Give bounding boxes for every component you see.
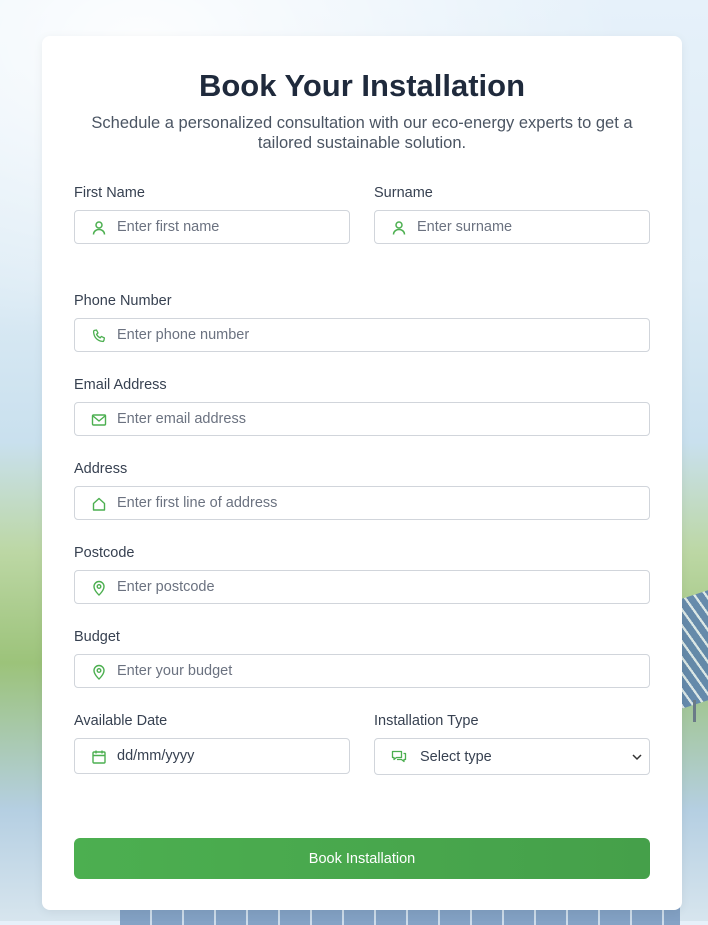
- address-input-wrap: [74, 486, 650, 520]
- calendar-icon: [92, 750, 106, 764]
- home-icon: [92, 497, 106, 511]
- phone-label: Phone Number: [74, 293, 172, 309]
- postcode-label: Postcode: [74, 545, 135, 561]
- form-subtitle: Schedule a personalized consultation wit…: [91, 114, 633, 152]
- phone-icon: [92, 329, 106, 343]
- chevron-down-icon: [632, 754, 642, 761]
- book-installation-button[interactable]: Book Installation: [74, 838, 650, 879]
- budget-field: Budget: [74, 628, 650, 688]
- phone-field: Phone Number: [74, 292, 650, 352]
- address-input[interactable]: [117, 487, 643, 519]
- user-icon: [92, 221, 106, 235]
- budget-label: Budget: [74, 629, 120, 645]
- address-label: Address: [74, 461, 128, 477]
- first-name-field: First Name: [74, 184, 350, 244]
- surname-input-wrap: [374, 210, 650, 244]
- postcode-input-wrap: [74, 570, 650, 604]
- email-field: Email Address: [74, 376, 650, 436]
- first-name-label: First Name: [74, 185, 145, 201]
- installation-type-value: Select type: [420, 749, 492, 765]
- installation-type-label: Installation Type: [374, 713, 479, 729]
- budget-input[interactable]: [117, 655, 643, 687]
- map-pin-icon: [93, 580, 105, 596]
- budget-input-wrap: [74, 654, 650, 688]
- first-name-input-wrap: [74, 210, 350, 244]
- email-input-wrap: [74, 402, 650, 436]
- installation-type-select[interactable]: Select type: [374, 738, 650, 775]
- available-date-value: dd/mm/yyyy: [117, 748, 195, 764]
- mail-icon: [91, 414, 107, 426]
- installation-type-field: Installation Type Select type: [374, 712, 650, 775]
- available-date-label: Available Date: [74, 713, 168, 729]
- postcode-input[interactable]: [117, 571, 643, 603]
- user-icon: [392, 221, 406, 235]
- first-name-input[interactable]: [117, 211, 343, 243]
- phone-input-wrap: [74, 318, 650, 352]
- surname-field: Surname: [374, 184, 650, 244]
- map-pin-icon: [93, 664, 105, 680]
- phone-input[interactable]: [117, 319, 643, 351]
- surname-label: Surname: [374, 185, 433, 201]
- available-date-input[interactable]: dd/mm/yyyy: [74, 738, 350, 774]
- available-date-field: Available Date dd/mm/yyyy: [74, 712, 350, 774]
- form-title: Book Your Installation: [198, 68, 526, 103]
- email-label: Email Address: [74, 377, 167, 393]
- postcode-field: Postcode: [74, 544, 650, 604]
- surname-input[interactable]: [417, 211, 643, 243]
- booking-form-card: Book Your Installation Schedule a person…: [42, 36, 682, 910]
- chat-icon: [391, 750, 407, 763]
- solar-panel-stand: [693, 700, 696, 722]
- email-input[interactable]: [117, 403, 643, 435]
- address-field: Address: [74, 460, 650, 520]
